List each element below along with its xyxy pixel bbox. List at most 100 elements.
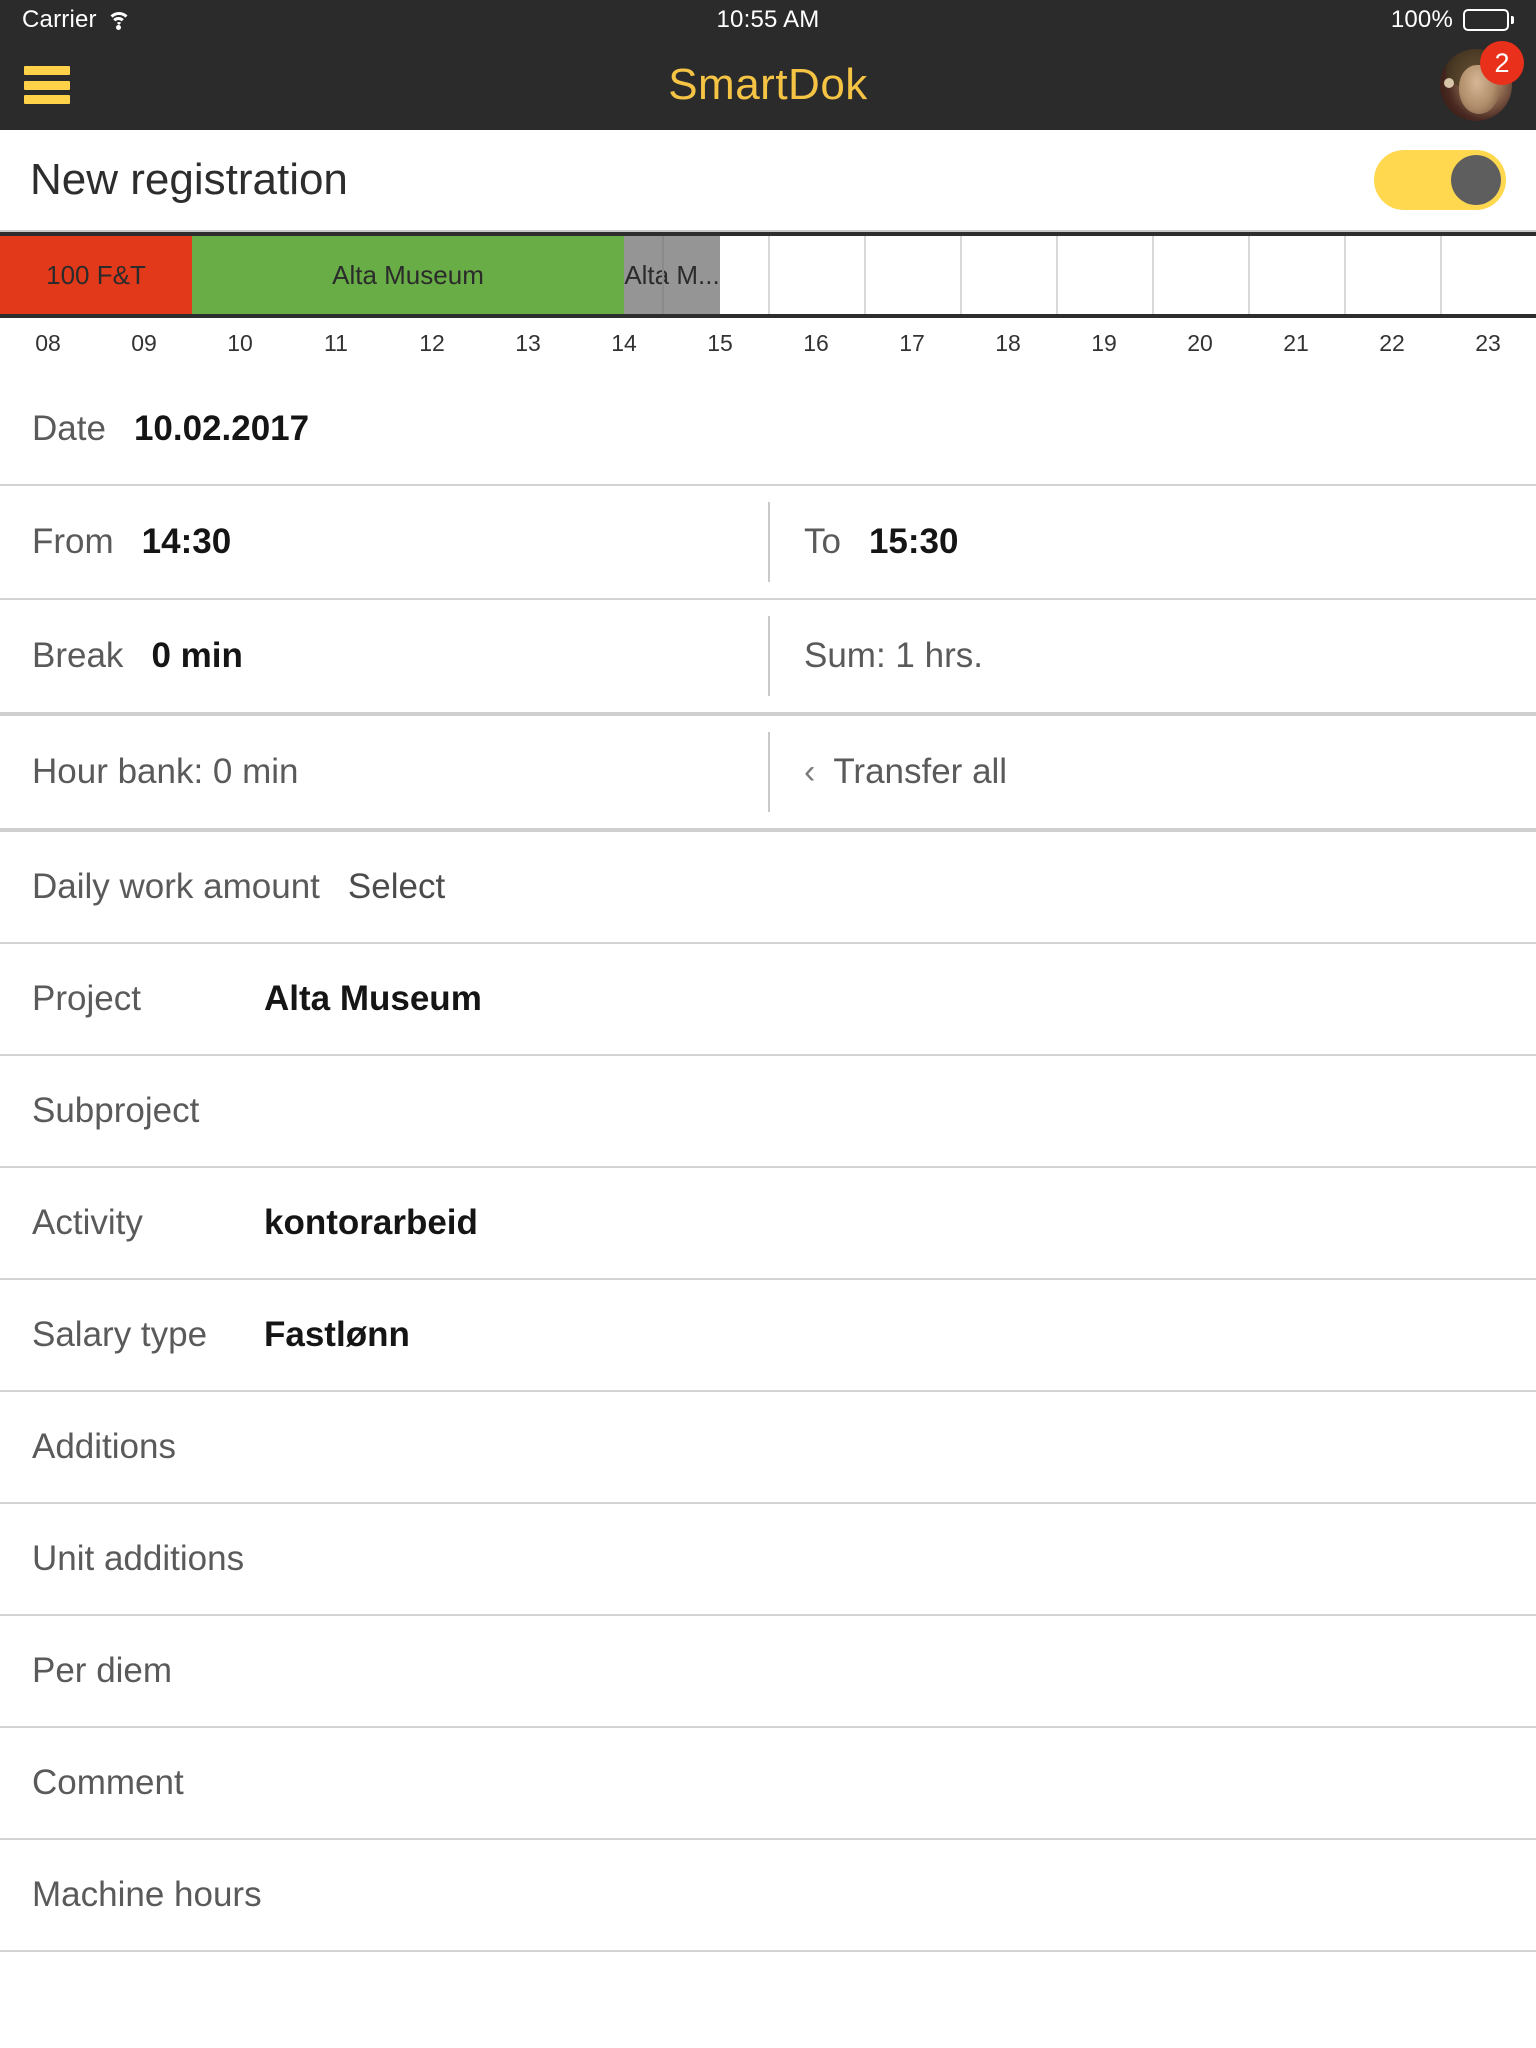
timeline-gridline xyxy=(1056,236,1058,314)
daily-work-amount-value: Select xyxy=(347,867,446,906)
row-divider xyxy=(768,502,770,582)
hamburger-menu-icon[interactable] xyxy=(24,66,70,104)
timeline-hour-tick: 11 xyxy=(324,330,348,356)
project-label: Project xyxy=(32,979,141,1018)
timeline-hour-tick: 22 xyxy=(1379,330,1405,356)
timeline-segment-split xyxy=(662,236,665,314)
hour-bank-label: Hour bank: 0 min xyxy=(32,752,299,791)
row-divider xyxy=(768,732,770,812)
field-break[interactable]: Break 0 min xyxy=(32,600,768,712)
per-diem-label: Per diem xyxy=(32,1651,173,1690)
day-timeline: 100 F&T Alta Museum Alta M... 08 09 10 11 12 13… xyxy=(0,232,1536,374)
field-to[interactable]: To 15:30 xyxy=(768,486,1504,598)
activity-value: kontorarbeid xyxy=(264,1203,478,1242)
page-title: New registration xyxy=(30,155,348,204)
timeline-gridline xyxy=(1440,236,1442,314)
registration-form: Date 10.02.2017 From 14:30 To 15:30 Brea… xyxy=(0,374,1536,1952)
timeline-hour-tick: 17 xyxy=(899,330,925,356)
timeline-hour-tick: 14 xyxy=(611,330,637,356)
registration-mode-toggle[interactable] xyxy=(1374,150,1506,210)
salary-type-value: Fastlønn xyxy=(264,1315,410,1354)
from-label: From xyxy=(32,522,114,561)
timeline-hour-tick: 18 xyxy=(995,330,1021,356)
timeline-hour-tick: 12 xyxy=(419,330,445,356)
to-label: To xyxy=(804,522,841,561)
timeline-hour-axis: 08 09 10 11 12 13 14 15 16 17 18 19 20 21 22 23 xyxy=(0,318,1536,374)
to-value: 15:30 xyxy=(868,522,959,561)
row-subproject[interactable]: Subproject xyxy=(0,1056,1536,1168)
app-brand-title: SmartDok xyxy=(668,60,868,109)
row-hourbank-transfer: Hour bank: 0 min ‹ Transfer all xyxy=(0,716,1536,832)
row-divider xyxy=(768,616,770,696)
status-bar-right: 100% xyxy=(1391,6,1514,34)
break-value: 0 min xyxy=(151,636,243,675)
additions-label: Additions xyxy=(32,1427,176,1466)
field-sum: Sum: 1 hrs. xyxy=(768,600,1504,712)
timeline-segment[interactable]: Alta M... xyxy=(624,236,720,314)
avatar-button[interactable]: 2 xyxy=(1440,41,1524,121)
daily-work-amount-label: Daily work amount xyxy=(32,867,320,906)
app-navbar: SmartDok 2 xyxy=(0,40,1536,130)
timeline-gridline xyxy=(864,236,866,314)
row-unit-additions[interactable]: Unit additions xyxy=(0,1504,1536,1616)
timeline-hour-tick: 21 xyxy=(1283,330,1309,356)
timeline-gridline xyxy=(1152,236,1154,314)
from-value: 14:30 xyxy=(141,522,232,561)
timeline-hour-tick: 23 xyxy=(1475,330,1501,356)
row-per-diem[interactable]: Per diem xyxy=(0,1616,1536,1728)
field-hour-bank[interactable]: Hour bank: 0 min xyxy=(32,716,768,828)
row-machine-hours[interactable]: Machine hours xyxy=(0,1840,1536,1952)
timeline-hour-tick: 08 xyxy=(35,330,61,356)
row-from-to: From 14:30 To 15:30 xyxy=(0,486,1536,600)
notification-badge[interactable]: 2 xyxy=(1480,41,1524,85)
row-break-sum: Break 0 min Sum: 1 hrs. xyxy=(0,600,1536,716)
sum-label: Sum: 1 hrs. xyxy=(804,636,983,675)
timeline-gridline xyxy=(960,236,962,314)
ios-status-bar: Carrier 10:55 AM 100% xyxy=(0,0,1536,40)
status-bar-clock: 10:55 AM xyxy=(0,0,1536,40)
wifi-icon xyxy=(106,10,131,30)
timeline-segment[interactable]: 100 F&T xyxy=(0,236,192,314)
timeline-track[interactable]: 100 F&T Alta Museum Alta M... xyxy=(0,232,1536,318)
transfer-all-button[interactable]: ‹ Transfer all xyxy=(768,716,1504,828)
timeline-hour-tick: 15 xyxy=(707,330,733,356)
field-from[interactable]: From 14:30 xyxy=(32,486,768,598)
salary-type-label: Salary type xyxy=(32,1315,208,1354)
row-additions[interactable]: Additions xyxy=(0,1392,1536,1504)
battery-percent-label: 100% xyxy=(1390,6,1453,33)
timeline-hour-tick: 16 xyxy=(803,330,829,356)
activity-label: Activity xyxy=(32,1203,143,1242)
timeline-hour-tick: 19 xyxy=(1091,330,1117,356)
app-screen: Carrier 10:55 AM 100% SmartDok 2 New reg… xyxy=(0,0,1536,2048)
timeline-gridline xyxy=(1248,236,1250,314)
machine-hours-label: Machine hours xyxy=(32,1875,262,1914)
comment-label: Comment xyxy=(32,1763,184,1802)
timeline-hour-tick: 09 xyxy=(131,330,157,356)
status-bar-left: Carrier xyxy=(22,6,131,34)
row-date[interactable]: Date 10.02.2017 xyxy=(0,374,1536,486)
row-comment[interactable]: Comment xyxy=(0,1728,1536,1840)
timeline-hour-tick: 10 xyxy=(227,330,253,356)
timeline-gridline xyxy=(1344,236,1346,314)
row-daily-work-amount[interactable]: Daily work amount Select xyxy=(0,832,1536,944)
row-activity[interactable]: Activity kontorarbeid xyxy=(0,1168,1536,1280)
unit-additions-label: Unit additions xyxy=(32,1539,245,1578)
carrier-label: Carrier xyxy=(22,6,97,33)
clock-label: 10:55 AM xyxy=(716,6,820,33)
timeline-gridline xyxy=(768,236,770,314)
date-value: 10.02.2017 xyxy=(133,409,310,448)
toggle-knob xyxy=(1451,155,1501,205)
row-salary-type[interactable]: Salary type Fastlønn xyxy=(0,1280,1536,1392)
subproject-label: Subproject xyxy=(32,1091,200,1130)
row-project[interactable]: Project Alta Museum xyxy=(0,944,1536,1056)
chevron-left-icon: ‹ xyxy=(804,753,816,791)
battery-full-icon xyxy=(1463,9,1514,31)
timeline-hour-tick: 13 xyxy=(515,330,541,356)
break-label: Break xyxy=(32,636,124,675)
project-value: Alta Museum xyxy=(264,979,482,1018)
timeline-segment[interactable]: Alta Museum xyxy=(192,236,624,314)
timeline-hour-tick: 20 xyxy=(1187,330,1213,356)
date-label: Date xyxy=(32,409,106,448)
transfer-all-label: Transfer all xyxy=(833,752,1008,791)
page-header: New registration xyxy=(0,130,1536,232)
